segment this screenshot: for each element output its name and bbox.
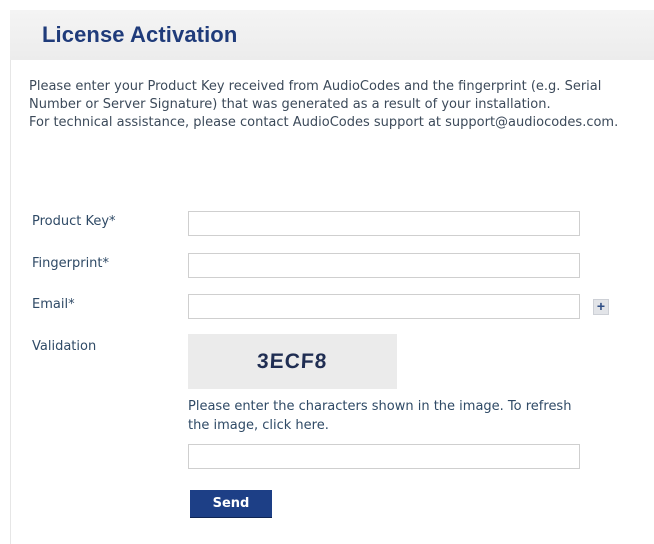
intro-line-2: For technical assistance, please contact… [29, 115, 619, 130]
add-email-plus-icon[interactable]: + [593, 299, 609, 315]
product-key-label: Product Key* [32, 214, 116, 229]
intro-text: Please enter your Product Key received f… [29, 78, 649, 132]
page-title: License Activation [42, 22, 238, 47]
captcha-text: 3ECF8 [256, 349, 329, 373]
email-input[interactable] [188, 294, 580, 319]
intro-line-1: Please enter your Product Key received f… [29, 79, 602, 112]
header-bar: License Activation [10, 10, 654, 61]
captcha-refresh-hint[interactable]: Please enter the characters shown in the… [188, 397, 588, 435]
fingerprint-label: Fingerprint* [32, 256, 110, 271]
email-label: Email* [32, 297, 75, 312]
validation-input[interactable] [188, 444, 580, 469]
send-button[interactable]: Send [190, 490, 272, 517]
validation-label: Validation [32, 339, 97, 354]
fingerprint-input[interactable] [188, 253, 580, 278]
captcha-image[interactable]: 3ECF8 [188, 334, 397, 389]
product-key-input[interactable] [188, 211, 580, 236]
